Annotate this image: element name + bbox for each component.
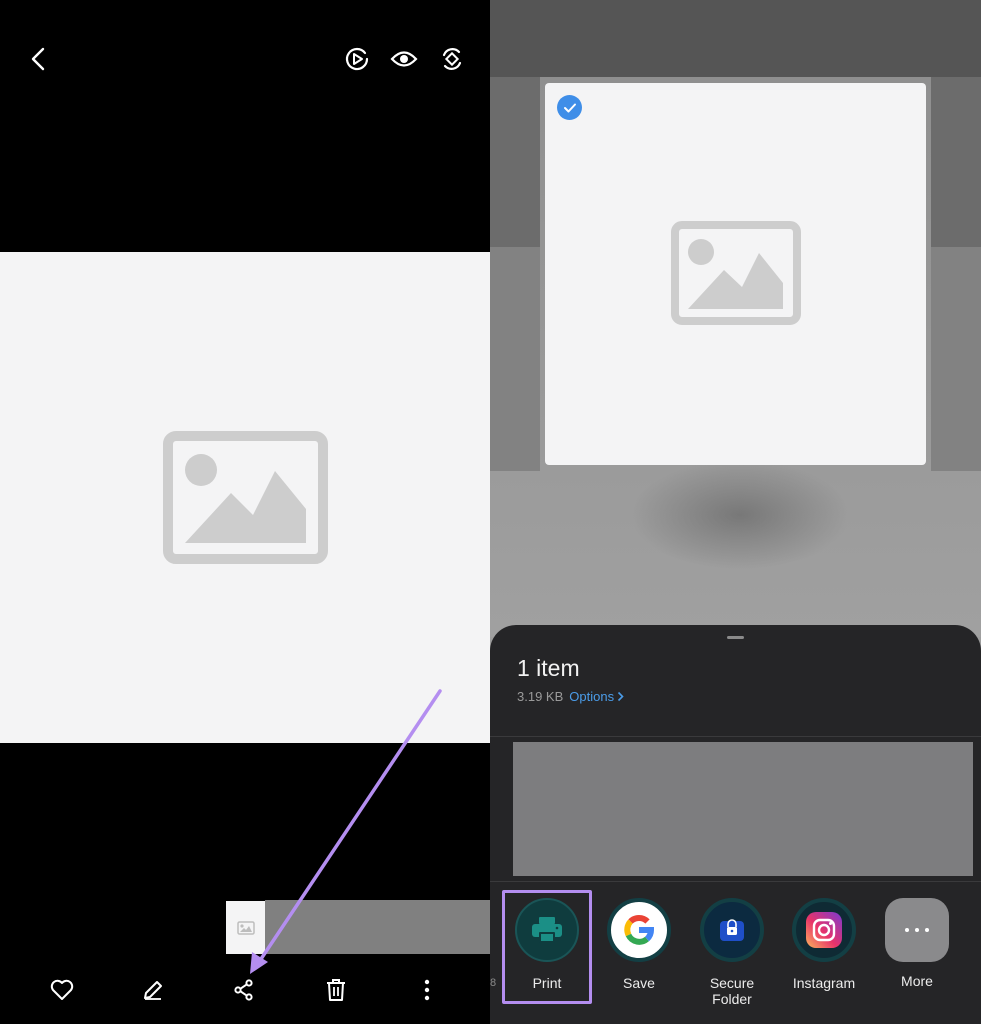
card-shadow [630,460,850,570]
share-screen: 1 item 3.19 KB Options 8 Print Save Secu… [490,0,981,1024]
share-app-save[interactable]: Save [593,898,685,991]
back-icon[interactable] [22,42,56,76]
print-highlight-box [502,890,592,1004]
app-label: More [901,973,933,989]
app-label: Secure Folder [709,975,755,1007]
sheet-handle[interactable] [727,636,744,639]
photo-viewer [0,0,490,1024]
share-sheet: 1 item 3.19 KB Options 8 Print Save Secu… [490,625,981,1024]
google-icon [607,898,671,962]
divider [490,736,981,737]
adjacent-preview-right-top [931,77,981,247]
edge-text: 8 [490,977,497,989]
trash-icon[interactable] [318,972,354,1008]
file-size: 3.19 KB [517,689,564,704]
share-app-instagram[interactable]: Instagram [778,898,870,991]
chevron-right-icon [618,691,624,702]
secure-folder-icon [700,898,764,962]
edit-pencil-icon[interactable] [135,972,171,1008]
thumbnail-strip[interactable] [265,900,490,954]
selected-check-icon[interactable] [557,95,582,120]
app-label: Save [623,975,655,991]
item-count-title: 1 item [517,655,580,681]
rotate-icon[interactable] [435,42,469,76]
share-icon[interactable] [226,972,262,1008]
heart-icon[interactable] [44,972,80,1008]
motion-photo-icon[interactable] [340,42,374,76]
options-label: Options [569,689,615,704]
app-label: Instagram [792,975,856,991]
eye-icon[interactable] [387,42,421,76]
options-link[interactable]: Options [569,689,624,704]
photo-image [0,252,490,743]
more-vertical-icon[interactable] [409,972,445,1008]
adjacent-preview-left-top [490,77,540,247]
background-top [490,0,981,77]
share-preview-area [513,742,973,876]
thumbnail-current[interactable] [226,901,265,954]
image-placeholder-icon [163,431,328,564]
image-placeholder-icon [671,221,801,325]
divider [490,881,981,882]
file-meta: 3.19 KB Options [517,689,624,704]
instagram-icon [792,898,856,962]
share-app-more[interactable]: More [871,898,963,989]
selected-photo-card[interactable] [545,83,926,465]
more-dots-icon [885,898,949,962]
share-app-secure-folder[interactable]: Secure Folder [686,898,778,1007]
image-thumb-icon [236,920,255,935]
